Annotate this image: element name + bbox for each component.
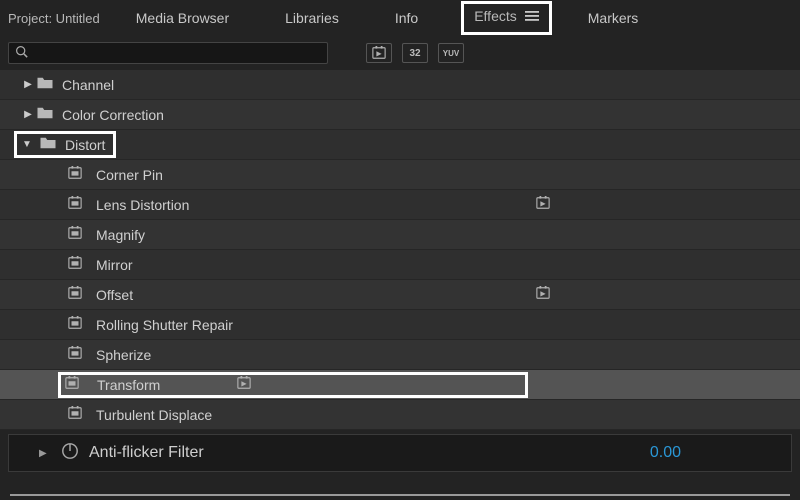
effect-corner-pin[interactable]: Corner Pin [0,160,800,190]
accelerated-icon [536,286,550,303]
folder-icon [36,76,54,93]
preset-icon [68,286,82,303]
folder-distort[interactable]: ▼ Distort [0,130,800,160]
folder-label: Distort [65,137,105,153]
effect-label: Spherize [96,347,151,363]
effect-label: Lens Distortion [96,197,189,213]
tab-info[interactable]: Info [385,3,428,33]
effect-label: Rolling Shutter Repair [96,317,233,333]
active-tab-underline [10,494,790,496]
effect-label: Corner Pin [96,167,163,183]
filter-yuv-button[interactable]: YUV [438,43,464,63]
effect-transform[interactable]: Transform [0,370,800,400]
panel-menu-icon[interactable] [525,9,539,23]
folder-icon [36,106,54,123]
effect-magnify[interactable]: Magnify [0,220,800,250]
param-value[interactable]: 0.00 [650,444,681,462]
tab-media-browser[interactable]: Media Browser [126,3,239,33]
chevron-right-icon[interactable]: ▶ [20,79,36,90]
search-icon [15,45,28,61]
search-box[interactable] [8,42,328,64]
chevron-right-icon[interactable]: ▶ [39,448,55,459]
effects-tree: ▶ Channel ▶ Color Correction ▼ Distort C… [0,70,800,430]
param-name: Anti-flicker Filter [89,444,204,462]
tab-project[interactable]: Project: Untitled [8,11,100,26]
chevron-right-icon[interactable]: ▶ [20,109,36,120]
effect-label: Offset [96,287,133,303]
effect-label: Transform [97,377,160,393]
preset-icon [68,316,82,333]
effect-mirror[interactable]: Mirror [0,250,800,280]
chevron-down-icon[interactable]: ▼ [19,139,35,150]
effect-turbulent-displace[interactable]: Turbulent Displace [0,400,800,430]
accelerated-icon [237,376,251,393]
folder-color-correction[interactable]: ▶ Color Correction [0,100,800,130]
tab-effects-label: Effects [474,8,517,24]
tab-libraries[interactable]: Libraries [275,3,349,33]
folder-label: Color Correction [62,107,164,123]
effects-search-row: 32 YUV [0,36,800,70]
effect-lens-distortion[interactable]: Lens Distortion [0,190,800,220]
effect-rolling-shutter-repair[interactable]: Rolling Shutter Repair [0,310,800,340]
preset-icon [68,196,82,213]
preset-icon [68,166,82,183]
search-input[interactable] [32,46,321,61]
folder-label: Channel [62,77,114,93]
filter-32bit-button[interactable]: 32 [402,43,428,63]
effect-label: Turbulent Displace [96,407,212,423]
tab-markers[interactable]: Markers [578,3,649,33]
folder-icon [39,136,57,153]
preset-icon [68,226,82,243]
effect-controls-row[interactable]: ▶ Anti-flicker Filter 0.00 [8,434,792,472]
filter-accelerated-button[interactable] [366,43,392,63]
stopwatch-icon[interactable] [61,442,79,465]
effect-label: Mirror [96,257,133,273]
accelerated-icon [536,196,550,213]
preset-icon [68,346,82,363]
effect-offset[interactable]: Offset [0,280,800,310]
preset-icon [68,406,82,423]
folder-channel[interactable]: ▶ Channel [0,70,800,100]
panel-tab-bar: Project: Untitled Media Browser Librarie… [0,0,800,36]
tab-effects[interactable]: Effects [461,1,552,35]
effect-label: Magnify [96,227,145,243]
effect-spherize[interactable]: Spherize [0,340,800,370]
preset-icon [65,376,79,393]
preset-icon [68,256,82,273]
